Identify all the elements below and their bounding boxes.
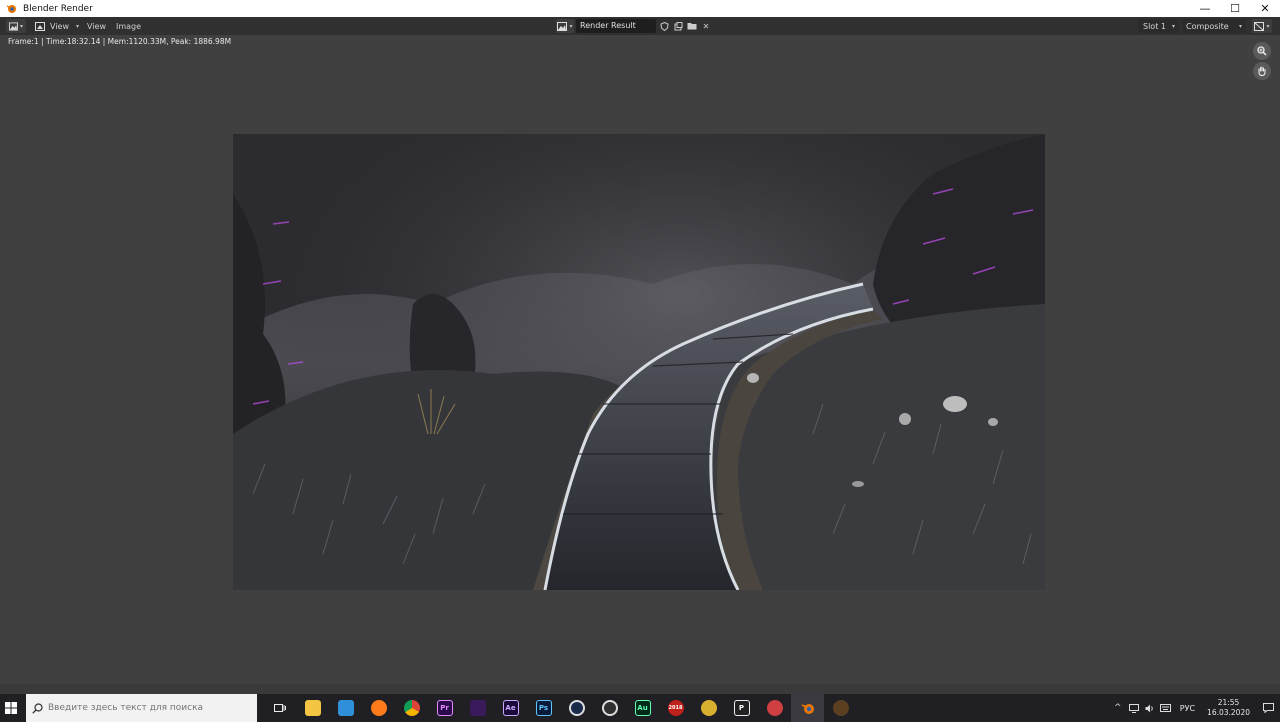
car-icon xyxy=(766,700,783,716)
maximize-button[interactable]: ☐ xyxy=(1220,0,1250,17)
minimize-button[interactable]: — xyxy=(1190,0,1220,17)
display-channels-icon xyxy=(1254,21,1265,31)
obs-icon xyxy=(601,700,618,716)
chevron-down-icon: ▾ xyxy=(19,22,23,30)
chevron-down-icon: ▾ xyxy=(75,22,79,30)
taskbar-app-after-effects[interactable]: Ae xyxy=(494,694,527,722)
taskbar-app-car[interactable] xyxy=(758,694,791,722)
clock-time: 21:55 xyxy=(1217,698,1240,707)
window-title: Blender Render xyxy=(23,3,93,14)
after-effects-icon: Ae xyxy=(502,700,519,716)
taskbar-apps: Pr Ae Ps Au 2018 P xyxy=(263,694,857,722)
chrome-icon xyxy=(403,700,420,716)
cinema4d-icon xyxy=(568,700,585,716)
audition-icon: Au xyxy=(634,700,651,716)
render-slot-dropdown[interactable]: Slot 1 ▾ xyxy=(1139,19,1179,33)
taskbar-app-file-explorer[interactable] xyxy=(296,694,329,722)
image-name-field[interactable]: Render Result xyxy=(576,19,656,33)
taskbar-app-globe[interactable] xyxy=(692,694,725,722)
input-language[interactable]: РУС xyxy=(1174,704,1201,713)
taskbar-app-photoshop[interactable]: Ps xyxy=(527,694,560,722)
photoshop-icon: Ps xyxy=(535,700,552,716)
keyboard-icon[interactable] xyxy=(1158,694,1174,722)
chevron-down-icon: ▾ xyxy=(1171,22,1175,30)
chevron-up-icon[interactable]: ^ xyxy=(1110,694,1126,722)
solidworks-icon: 2018 xyxy=(667,700,684,716)
taskbar-app-obs[interactable] xyxy=(593,694,626,722)
start-button[interactable] xyxy=(0,694,22,722)
folder-icon xyxy=(304,700,321,716)
taskbar-app-solidworks[interactable]: 2018 xyxy=(659,694,692,722)
blender-logo-icon xyxy=(5,3,17,15)
view-mode-icon xyxy=(35,21,45,31)
render-stats: Frame:1 | Time:18:32.14 | Mem:1120.33M, … xyxy=(8,37,232,46)
taskbar-app-picsart[interactable]: P xyxy=(725,694,758,722)
substance-icon xyxy=(469,700,486,716)
fake-user-shield-icon[interactable] xyxy=(658,19,670,33)
render-layer-dropdown[interactable]: Composite ▾ xyxy=(1182,19,1246,33)
pan-hand-icon[interactable] xyxy=(1253,62,1271,80)
task-view-icon xyxy=(273,704,286,712)
taskbar-app-blender[interactable] xyxy=(791,694,824,722)
browse-image-button[interactable]: ▾ xyxy=(556,19,574,33)
blender-window: Blender Render — ☐ ✕ ▾ View ▾ View Image… xyxy=(0,0,1280,722)
network-icon[interactable] xyxy=(1126,694,1142,722)
image-browse-icon xyxy=(557,21,568,31)
taskbar-app-firefox[interactable] xyxy=(362,694,395,722)
picsart-icon: P xyxy=(733,700,750,716)
view-mode-button[interactable]: View ▾ xyxy=(32,19,82,33)
display-channels-button[interactable]: ▾ xyxy=(1252,19,1272,33)
window-titlebar: Blender Render — ☐ ✕ xyxy=(0,0,1280,17)
app-misc-icon xyxy=(832,700,849,716)
search-input[interactable] xyxy=(48,703,248,713)
taskbar-app-cinema4d[interactable] xyxy=(560,694,593,722)
render-result-image xyxy=(233,134,1045,590)
render-slot-label: Slot 1 xyxy=(1143,21,1166,31)
photos-icon xyxy=(337,700,354,716)
status-bar xyxy=(0,684,1280,694)
windows-logo-icon xyxy=(5,702,17,714)
chevron-down-icon: ▾ xyxy=(1238,22,1242,30)
image-browser: ▾ Render Result ✕ xyxy=(556,19,712,33)
render-layer-label: Composite xyxy=(1186,21,1229,31)
zoom-icon[interactable] xyxy=(1253,42,1271,60)
globe-icon xyxy=(700,700,717,716)
windows-taskbar: Pr Ae Ps Au 2018 xyxy=(0,694,1280,722)
firefox-icon xyxy=(370,700,387,716)
chevron-down-icon: ▾ xyxy=(569,22,573,30)
unlink-image-icon[interactable]: ✕ xyxy=(700,19,712,33)
taskbar-app-chrome[interactable] xyxy=(395,694,428,722)
taskbar-clock[interactable]: 21:55 16.03.2020 xyxy=(1201,698,1256,718)
system-tray: ^ РУС 21:55 16.03.2020 xyxy=(1110,694,1280,722)
taskbar-app-premiere[interactable]: Pr xyxy=(428,694,461,722)
premiere-icon: Pr xyxy=(436,700,453,716)
slot-layer-controls: Slot 1 ▾ Composite ▾ ▾ xyxy=(1136,19,1272,33)
editor-type-button[interactable]: ▾ xyxy=(6,19,26,33)
volume-icon[interactable] xyxy=(1142,694,1158,722)
task-view-button[interactable] xyxy=(263,694,296,722)
clock-date: 16.03.2020 xyxy=(1207,708,1250,717)
image-editor-icon xyxy=(9,21,18,31)
taskbar-app-substance[interactable] xyxy=(461,694,494,722)
window-controls: — ☐ ✕ xyxy=(1190,0,1280,17)
menu-view[interactable]: View xyxy=(82,22,111,31)
notification-icon[interactable] xyxy=(1256,694,1280,722)
search-icon xyxy=(26,702,48,714)
close-button[interactable]: ✕ xyxy=(1250,0,1280,17)
blender-icon xyxy=(801,704,814,714)
taskbar-app-audition[interactable]: Au xyxy=(626,694,659,722)
taskbar-app-misc[interactable] xyxy=(824,694,857,722)
image-viewport[interactable]: Frame:1 | Time:18:32.14 | Mem:1120.33M, … xyxy=(0,35,1280,684)
chevron-down-icon: ▾ xyxy=(1266,22,1270,30)
taskbar-app-photos[interactable] xyxy=(329,694,362,722)
taskbar-search[interactable] xyxy=(26,694,257,722)
view-mode-label: View xyxy=(50,21,69,31)
open-folder-icon[interactable] xyxy=(686,19,698,33)
new-image-icon[interactable] xyxy=(672,19,684,33)
image-editor-header: ▾ View ▾ View Image ▾ Render Result ✕ Sl… xyxy=(0,17,1280,35)
menu-image[interactable]: Image xyxy=(111,22,146,31)
